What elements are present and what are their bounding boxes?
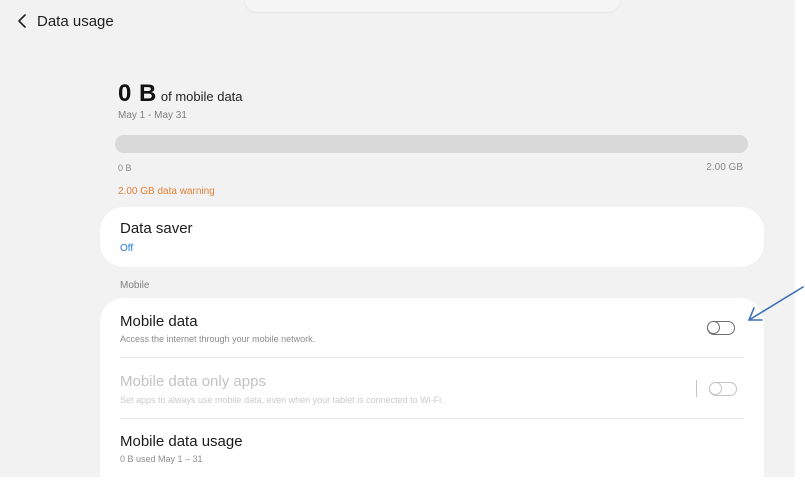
usage-progress-bar [115,135,748,153]
mobile-settings-card: Mobile data Access the internet through … [100,298,764,480]
top-pill [245,0,620,12]
usage-label: of mobile data [160,89,243,104]
page-title: Data usage [37,12,114,30]
mobile-data-only-apps-title: Mobile data only apps [120,373,266,390]
usage-summary: 0 B of mobile data [118,80,243,108]
chevron-left-icon[interactable] [12,11,32,31]
data-saver-card[interactable]: Data saver Off [100,207,764,267]
mobile-data-title: Mobile data [120,313,198,330]
data-saver-title: Data saver [120,220,193,237]
usage-amount: 0 B [118,80,157,107]
data-warning-label[interactable]: 2.00 GB data warning [118,186,215,197]
annotation-arrow-icon [748,286,804,321]
mobile-data-only-apps-toggle [709,382,737,396]
mobile-data-subtitle: Access the internet through your mobile … [120,334,316,344]
toggle-knob [709,382,722,395]
divider [120,357,744,358]
mobile-data-usage-subtitle: 0 B used May 1 – 31 [120,454,203,464]
scale-max-label: 2.00 GB [706,162,743,173]
mobile-data-only-apps-subtitle: Set apps to always use mobile data, even… [120,395,444,405]
scale-min-label: 0 B [118,163,132,173]
data-usage-screen: Data usage 0 B of mobile data May 1 - Ma… [0,0,795,480]
mobile-data-usage-title: Mobile data usage [120,433,243,450]
divider [120,418,744,419]
toggle-knob [707,321,720,334]
billing-period: May 1 - May 31 [118,110,187,121]
vertical-separator [696,380,697,397]
section-header-mobile: Mobile [120,280,150,291]
mobile-data-toggle[interactable] [707,321,735,335]
data-saver-status: Off [120,243,134,254]
app-header: Data usage [12,10,114,32]
